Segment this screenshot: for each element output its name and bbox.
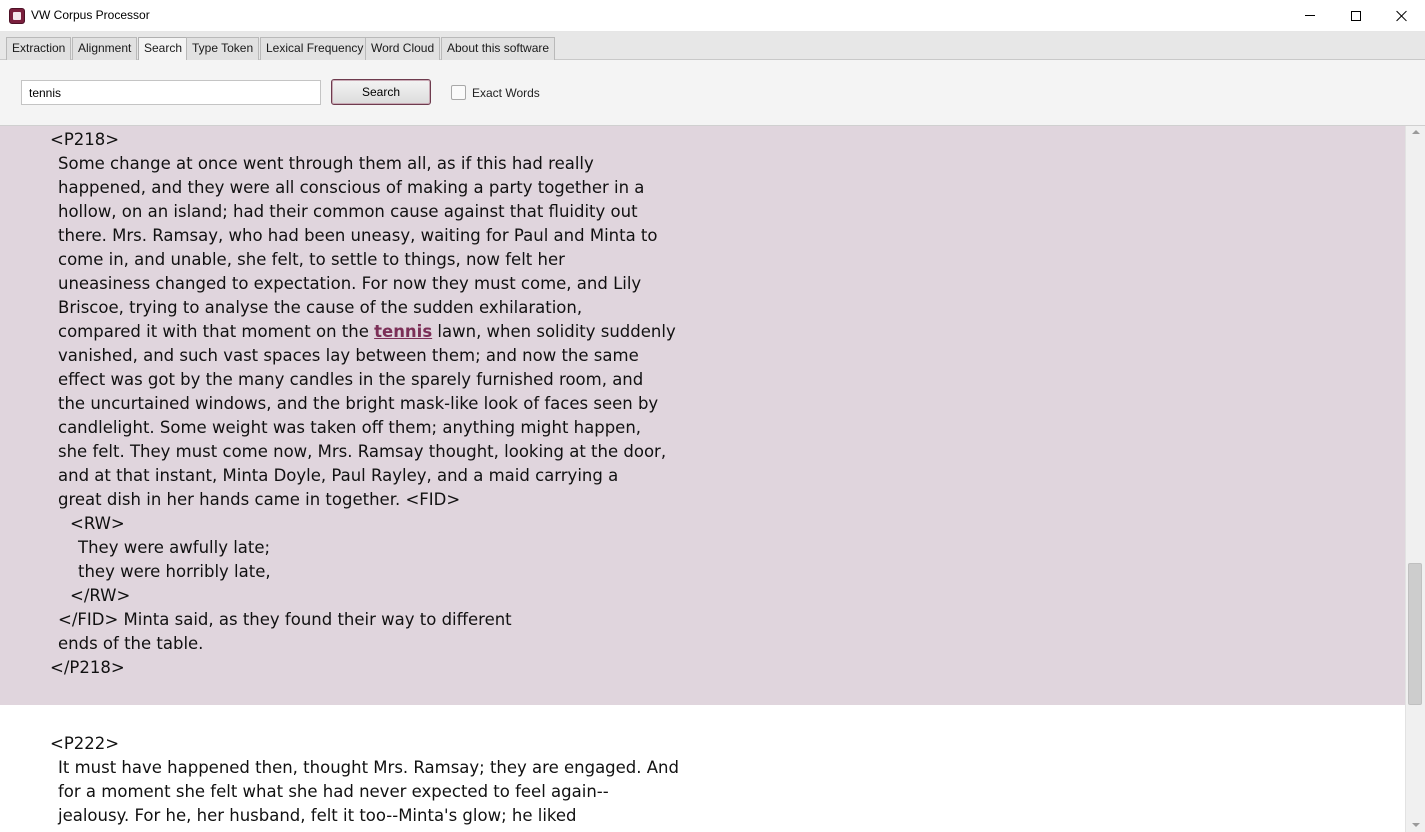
line-text: the uncurtained windows, and the bright …: [58, 394, 659, 413]
minimize-icon: [1305, 15, 1315, 16]
result-text-line: they were horribly late,: [78, 560, 271, 584]
line-text: great dish in her hands came in together…: [58, 490, 461, 509]
result-text-line: happened, and they were all conscious of…: [58, 176, 644, 200]
tab-bar: Extraction Alignment Search Type Token L…: [0, 32, 1425, 61]
window-title: VW Corpus Processor: [31, 8, 150, 22]
result-text-line: vanished, and such vast spaces lay betwe…: [58, 344, 639, 368]
result-text-line: </P218>: [50, 656, 125, 680]
result-text-line: <P222>: [50, 732, 119, 756]
tab-search[interactable]: Search: [138, 37, 189, 61]
search-panel: Search Exact Words: [0, 60, 1425, 126]
line-text: Briscoe, trying to analyse the cause of …: [58, 298, 583, 317]
maximize-button[interactable]: [1333, 0, 1379, 31]
vertical-scrollbar[interactable]: [1405, 126, 1425, 832]
line-text: uneasiness changed to expectation. For n…: [58, 274, 642, 293]
result-text-line: It must have happened then, thought Mrs.…: [58, 756, 679, 780]
line-text: hollow, on an island; had their common c…: [58, 202, 638, 221]
line-text: Some change at once went through them al…: [58, 154, 594, 173]
result-text-line: candlelight. Some weight was taken off t…: [58, 416, 641, 440]
result-text-line: come in, and unable, she felt, to settle…: [58, 248, 565, 272]
result-text-line: </RW>: [70, 584, 130, 608]
result-text-line: Some change at once went through them al…: [58, 152, 594, 176]
tab-word-cloud[interactable]: Word Cloud: [365, 37, 441, 60]
search-hit-highlight: tennis: [374, 322, 433, 341]
tab-lexical-frequency[interactable]: Lexical Frequency: [260, 37, 370, 60]
result-text-line: effect was got by the many candles in th…: [58, 368, 643, 392]
line-text: jealousy. For he, her husband, felt it t…: [58, 806, 577, 825]
line-text: It must have happened then, thought Mrs.…: [58, 758, 679, 777]
line-text: they were horribly late,: [78, 562, 271, 581]
result-text-line: hollow, on an island; had their common c…: [58, 200, 638, 224]
line-text: there. Mrs. Ramsay, who had been uneasy,…: [58, 226, 658, 245]
result-text-line: compared it with that moment on the tenn…: [58, 320, 676, 344]
result-text-line: jealousy. For he, her husband, felt it t…: [58, 804, 577, 828]
scroll-down-arrow-icon[interactable]: [1406, 818, 1425, 832]
result-text-line: They were awfully late;: [78, 536, 270, 560]
line-text: They were awfully late;: [78, 538, 271, 557]
line-text: effect was got by the many candles in th…: [58, 370, 644, 389]
search-button[interactable]: Search: [331, 79, 431, 105]
line-text: come in, and unable, she felt, to settle…: [58, 250, 565, 269]
line-text: for a moment she felt what she had never…: [58, 782, 609, 801]
result-text-line: <P218>: [50, 128, 119, 152]
result-text-line: the uncurtained windows, and the bright …: [58, 392, 658, 416]
line-text: <RW>: [70, 514, 125, 533]
result-text-line: there. Mrs. Ramsay, who had been uneasy,…: [58, 224, 658, 248]
tab-extraction[interactable]: Extraction: [6, 37, 72, 60]
line-text: compared it with that moment on the: [58, 322, 375, 341]
maximize-icon: [1351, 10, 1361, 21]
exact-words-label: Exact Words: [472, 86, 540, 100]
result-text-line: Briscoe, trying to analyse the cause of …: [58, 296, 582, 320]
scroll-up-arrow-icon[interactable]: [1406, 126, 1425, 140]
app-icon: [9, 8, 25, 24]
search-input[interactable]: [21, 80, 321, 105]
line-text: </FID> Minta said, as they found their w…: [58, 610, 512, 629]
tab-alignment[interactable]: Alignment: [72, 37, 138, 60]
title-bar: VW Corpus Processor: [0, 0, 1425, 32]
line-text: <P218>: [50, 130, 120, 149]
tab-about[interactable]: About this software: [441, 37, 556, 60]
line-text: candlelight. Some weight was taken off t…: [58, 418, 642, 437]
line-text: lawn, when solidity suddenly: [432, 322, 676, 341]
result-text-line: and at that instant, Minta Doyle, Paul R…: [58, 464, 618, 488]
line-text: vanished, and such vast spaces lay betwe…: [58, 346, 639, 365]
close-button[interactable]: [1379, 0, 1425, 31]
result-text-line: for a moment she felt what she had never…: [58, 780, 609, 804]
result-text-line: uneasiness changed to expectation. For n…: [58, 272, 641, 296]
result-text-line: ends of the table.: [58, 632, 203, 656]
line-text: she felt. They must come now, Mrs. Ramsa…: [58, 442, 667, 461]
line-text: <P222>: [50, 734, 120, 753]
tab-type-token[interactable]: Type Token: [186, 37, 260, 60]
result-item[interactable]: <P222> It must have happened then, though…: [0, 730, 1405, 832]
line-text: ends of the table.: [58, 634, 204, 653]
line-text: </RW>: [70, 586, 131, 605]
result-text-line: great dish in her hands came in together…: [58, 488, 460, 512]
line-text: </P218>: [50, 658, 125, 677]
minimize-button[interactable]: [1287, 0, 1333, 31]
line-text: and at that instant, Minta Doyle, Paul R…: [58, 466, 619, 485]
line-text: happened, and they were all conscious of…: [58, 178, 645, 197]
scroll-thumb[interactable]: [1408, 563, 1422, 705]
result-text-line: <RW>: [70, 512, 125, 536]
close-icon: [1396, 10, 1408, 22]
result-text-line: </FID> Minta said, as they found their w…: [58, 608, 512, 632]
exact-words-checkbox[interactable]: [451, 85, 466, 100]
result-text-line: she felt. They must come now, Mrs. Ramsa…: [58, 440, 666, 464]
result-item[interactable]: <P218> Some change at once went through t…: [0, 126, 1405, 705]
results-list: <P218> Some change at once went through t…: [0, 126, 1405, 832]
